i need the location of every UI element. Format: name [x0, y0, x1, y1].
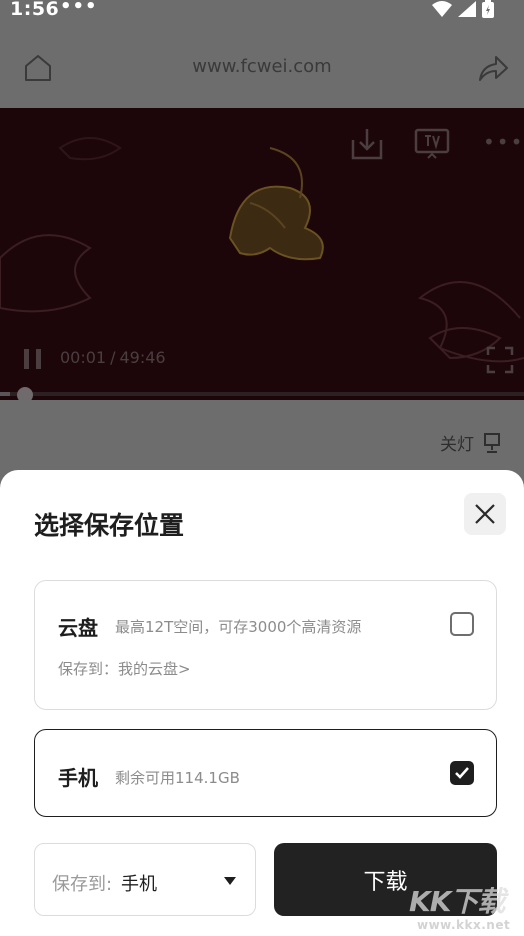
progress-knob[interactable]	[17, 387, 33, 400]
phone-checkbox[interactable]	[450, 761, 474, 785]
progress-fill	[0, 392, 11, 396]
tv-cast-icon[interactable]	[414, 128, 450, 160]
close-button[interactable]	[464, 493, 506, 535]
option-phone-desc: 剩余可用114.1GB	[115, 769, 240, 787]
battery-icon	[482, 0, 494, 18]
status-bar: 1:56 •••	[0, 0, 524, 26]
fullscreen-icon[interactable]	[486, 346, 514, 374]
lights-off-toggle[interactable]: 关灯	[440, 430, 502, 455]
save-to-prefix: 保存到:	[52, 874, 113, 895]
app-background: 1:56 ••• www.fcwei.com ••• 00:01 / 49:46…	[0, 0, 524, 500]
close-icon	[475, 504, 495, 524]
option-cloud-drive[interactable]: 云盘 最高12T空间，可存3000个高清资源 保存到：我的云盘>	[34, 580, 497, 710]
url-label[interactable]: www.fcwei.com	[0, 56, 524, 77]
browser-nav-bar: www.fcwei.com	[0, 40, 524, 98]
total-duration: 49:46	[119, 348, 166, 367]
current-time: 00:01	[60, 348, 107, 367]
save-location-sheet: 选择保存位置 云盘 最高12T空间，可存3000个高清资源 保存到：我的云盘> …	[0, 470, 524, 936]
watermark-logo: KK下载 www.kkx.net	[405, 880, 520, 932]
save-to-value: 手机	[121, 874, 157, 895]
lamp-icon	[484, 432, 500, 453]
option-cloud-desc: 最高12T空间，可存3000个高清资源	[115, 618, 362, 636]
option-phone-name: 手机	[58, 766, 98, 790]
more-options-icon[interactable]: •••	[483, 130, 522, 156]
share-icon[interactable]	[476, 52, 510, 84]
caret-down-icon	[224, 877, 236, 885]
checkmark-icon	[455, 767, 469, 779]
status-time: 1:56	[10, 0, 60, 20]
signal-icon	[458, 1, 476, 17]
watermark-url: www.kkx.net	[417, 918, 511, 932]
download-icon[interactable]	[349, 126, 385, 162]
status-icons	[432, 0, 494, 18]
option-cloud-save-path[interactable]: 保存到：我的云盘>	[58, 658, 191, 679]
option-phone[interactable]: 手机 剩余可用114.1GB	[34, 729, 497, 817]
pause-icon[interactable]	[22, 347, 44, 371]
progress-track[interactable]	[0, 392, 524, 396]
time-separator: /	[110, 348, 116, 367]
cloud-checkbox[interactable]	[450, 612, 474, 636]
save-to-dropdown[interactable]: 保存到: 手机	[34, 843, 256, 916]
option-cloud-name: 云盘	[58, 616, 98, 640]
playback-time: 00:01/49:46	[60, 348, 166, 367]
status-more-dots: •••	[60, 0, 98, 17]
sheet-title: 选择保存位置	[34, 511, 185, 540]
video-player[interactable]: ••• 00:01/49:46	[0, 108, 524, 400]
lights-off-label: 关灯	[440, 435, 474, 455]
watermark-big-text: KK下载	[409, 885, 505, 918]
wifi-icon	[432, 1, 452, 17]
